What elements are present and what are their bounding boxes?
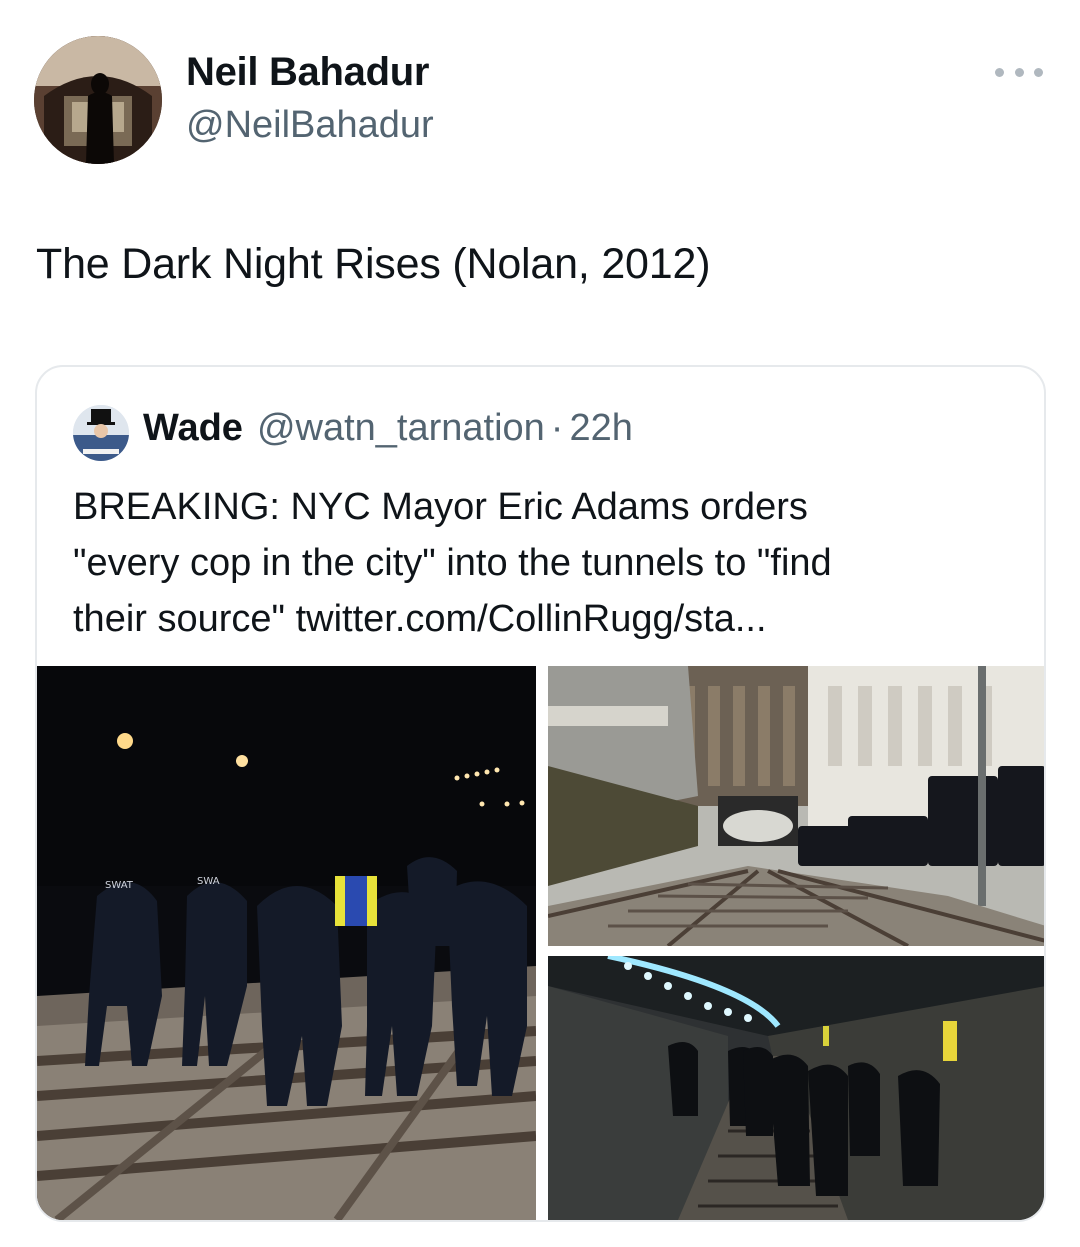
media-image-2[interactable] [548,666,1044,946]
author-handle[interactable]: @NeilBahadur [186,104,434,147]
quoted-text-line: BREAKING: NYC Mayor Eric Adams orders [73,486,808,528]
svg-text:SWA: SWA [197,876,220,887]
more-options-icon[interactable] [995,62,1043,82]
quoted-header: Wade @watn_tarnation · 22h [143,407,633,450]
svg-text:SWAT: SWAT [105,880,134,891]
author-name[interactable]: Neil Bahadur [186,50,429,95]
quoted-text-line: "every cop in the city" into the tunnels… [73,542,832,584]
tweet-text: The Dark Night Rises (Nolan, 2012) [36,240,711,288]
quoted-timestamp[interactable]: 22h [569,407,632,450]
dot [995,67,1004,77]
quoted-text-line[interactable]: their source" twitter.com/CollinRugg/sta… [73,591,1023,647]
quoted-author-avatar[interactable] [73,405,129,461]
separator: · [550,407,564,449]
media-image-1[interactable]: SWAT SWA [37,666,536,1220]
dot [1014,67,1024,77]
quoted-author-handle[interactable]: @watn_tarnation [257,407,545,450]
quoted-tweet-card[interactable]: Wade @watn_tarnation · 22h BREAKING: NYC… [35,365,1046,1222]
author-avatar[interactable] [34,36,162,164]
quoted-tweet-text: BREAKING: NYC Mayor Eric Adams orders "e… [73,479,1023,647]
dot [1034,67,1043,77]
media-image-3[interactable] [548,956,1044,1220]
quoted-author-name[interactable]: Wade [143,407,243,450]
